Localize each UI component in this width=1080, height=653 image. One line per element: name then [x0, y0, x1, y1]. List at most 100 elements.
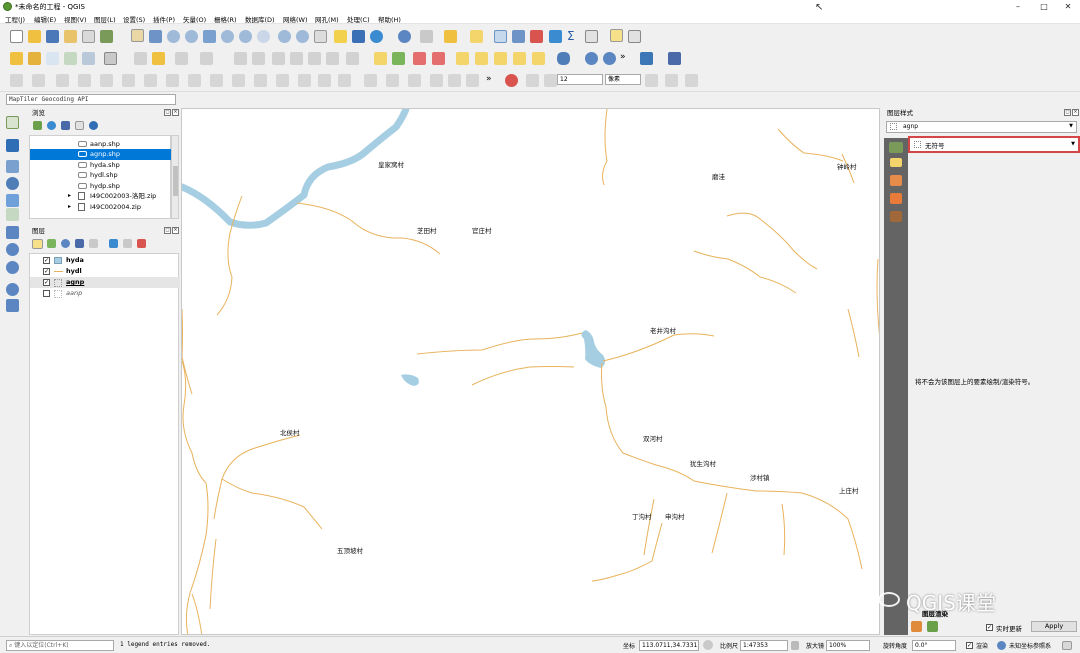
- zoom-next-icon[interactable]: [296, 30, 309, 43]
- scale-field[interactable]: 1:47353: [740, 640, 788, 651]
- layer-visibility-checkbox[interactable]: ✓: [43, 279, 50, 286]
- new-layer-icon[interactable]: [104, 52, 117, 65]
- pan-to-selection-icon[interactable]: [149, 30, 162, 43]
- refresh-browser-icon[interactable]: [47, 121, 56, 130]
- menu-help[interactable]: 帮助(H): [378, 14, 401, 24]
- redo-style-icon[interactable]: [927, 621, 938, 632]
- add-vector-layer-side-icon[interactable]: [6, 116, 19, 129]
- menu-database[interactable]: 数据库(D): [245, 14, 275, 24]
- zoom-layer-icon[interactable]: [239, 30, 252, 43]
- geocoder-input[interactable]: MapTiler Geocoding API: [6, 94, 176, 105]
- snapping-magnet-icon[interactable]: [505, 74, 518, 87]
- menu-layer[interactable]: 图层(L): [94, 14, 116, 24]
- zoom-full-icon[interactable]: [203, 30, 216, 43]
- change-label-icon[interactable]: [494, 52, 507, 65]
- offset-curve-icon[interactable]: [188, 74, 201, 87]
- layer-row-agnp[interactable]: ✓ agnp: [30, 277, 180, 288]
- split-features-icon[interactable]: [210, 74, 223, 87]
- menu-edit[interactable]: 编辑(E): [34, 14, 56, 24]
- refresh-icon[interactable]: [370, 30, 383, 43]
- menu-view[interactable]: 视图(V): [64, 14, 87, 24]
- lock-scale-icon[interactable]: [791, 641, 799, 650]
- snap-unit-select[interactable]: 像素: [605, 74, 641, 85]
- layer-row-hydl[interactable]: ✓ hydl: [30, 266, 180, 277]
- filter-browser-icon[interactable]: [61, 121, 70, 130]
- paste-features-icon[interactable]: [290, 52, 303, 65]
- add-part-icon[interactable]: [78, 74, 91, 87]
- menu-mesh[interactable]: 网孔(M): [315, 14, 339, 24]
- manage-map-themes-icon[interactable]: [61, 239, 70, 248]
- text-annotation-icon[interactable]: [628, 30, 641, 43]
- open-layer-styling-icon[interactable]: [32, 239, 43, 249]
- layout-manager-icon[interactable]: [82, 30, 95, 43]
- align-center-icon[interactable]: [386, 74, 399, 87]
- add-csv-icon[interactable]: [6, 208, 19, 221]
- align-left-icon[interactable]: [364, 74, 377, 87]
- panel-close-icon[interactable]: ×: [172, 109, 179, 116]
- masks-tab-icon[interactable]: [890, 193, 902, 204]
- browser-item-selected[interactable]: agnp.shp: [30, 149, 172, 160]
- intersection-icon[interactable]: [665, 74, 678, 87]
- move-feature-icon[interactable]: [32, 74, 45, 87]
- panel-close-icon[interactable]: ×: [172, 227, 179, 234]
- new-print-layout-icon[interactable]: [64, 30, 77, 43]
- copy-features-icon[interactable]: [272, 52, 285, 65]
- browser-item[interactable]: hyda.shp: [30, 160, 172, 171]
- database-icon[interactable]: [557, 52, 570, 65]
- temporal-controller-icon[interactable]: [334, 30, 347, 43]
- deselect-icon[interactable]: [494, 30, 507, 43]
- browser-item[interactable]: aanp.shp: [30, 139, 172, 150]
- save-project-icon[interactable]: [46, 30, 59, 43]
- move-label-icon[interactable]: [456, 52, 469, 65]
- collapse-all-icon[interactable]: [75, 121, 84, 130]
- select-by-value-icon[interactable]: [470, 30, 483, 43]
- pan-map-icon[interactable]: [131, 29, 144, 42]
- overflow-chevron-icon[interactable]: »: [620, 52, 633, 65]
- add-postgis-icon[interactable]: [6, 194, 19, 207]
- labels-tab-icon[interactable]: [890, 158, 902, 167]
- menu-project[interactable]: 工程(J): [5, 14, 25, 24]
- new-map-view-icon[interactable]: [314, 30, 327, 43]
- fill-ring-icon[interactable]: [100, 74, 113, 87]
- sum-icon[interactable]: Σ: [567, 30, 580, 43]
- measure-icon[interactable]: [585, 30, 598, 43]
- zoom-selection-icon[interactable]: [221, 30, 234, 43]
- action-icon[interactable]: [420, 30, 433, 43]
- add-wms-side-icon[interactable]: [6, 226, 19, 239]
- menu-raster[interactable]: 栅格(R): [214, 14, 237, 24]
- panel-close-icon[interactable]: ×: [1072, 109, 1079, 116]
- browser-tree[interactable]: aanp.shp agnp.shp hyda.shp hydl.shp hydp…: [29, 135, 172, 219]
- locator-input[interactable]: ⌕ 键入以定位(Ctrl+K): [6, 640, 114, 651]
- merge-attributes-icon[interactable]: [276, 74, 289, 87]
- add-wcs-icon[interactable]: [6, 261, 19, 274]
- select-features-icon[interactable]: [444, 30, 457, 43]
- symbology-tab-icon[interactable]: [889, 142, 903, 153]
- add-xyz-icon[interactable]: [6, 283, 19, 296]
- render-checkbox[interactable]: ✓: [966, 642, 973, 649]
- menu-vector[interactable]: 矢量(O): [183, 14, 206, 24]
- simplify-icon[interactable]: [318, 74, 331, 87]
- reverse-line-icon[interactable]: [338, 74, 351, 87]
- panel-float-icon[interactable]: ◻: [1064, 109, 1071, 116]
- snap-vertex-icon[interactable]: [526, 74, 539, 87]
- undo-style-icon[interactable]: [911, 621, 922, 632]
- renderer-select[interactable]: 无符号 ▼: [908, 136, 1080, 153]
- expand-arrow-icon[interactable]: ▸: [68, 202, 71, 212]
- close-button[interactable]: ✕: [1055, 0, 1080, 13]
- layer-visibility-checkbox[interactable]: [43, 290, 50, 297]
- show-hide-labels-icon[interactable]: [432, 52, 445, 65]
- rotation-field[interactable]: 0.0°: [912, 640, 956, 651]
- expand-all-icon[interactable]: [109, 239, 118, 248]
- browser-item[interactable]: hydl.shp: [30, 170, 172, 181]
- zoom-last-icon[interactable]: [278, 30, 291, 43]
- magnifier-field[interactable]: 100%: [826, 640, 870, 651]
- delete-selected-icon[interactable]: [234, 52, 247, 65]
- diagram-tool-icon[interactable]: [392, 52, 405, 65]
- menu-web[interactable]: 网络(W): [283, 14, 308, 24]
- statistics-icon[interactable]: [549, 30, 562, 43]
- label-settings-icon[interactable]: [532, 52, 545, 65]
- expand-arrow-icon[interactable]: ▸: [68, 191, 71, 201]
- messages-icon[interactable]: [1062, 641, 1072, 650]
- add-delimited-text-icon[interactable]: [46, 52, 59, 65]
- collapse-all-layers-icon[interactable]: [123, 239, 132, 248]
